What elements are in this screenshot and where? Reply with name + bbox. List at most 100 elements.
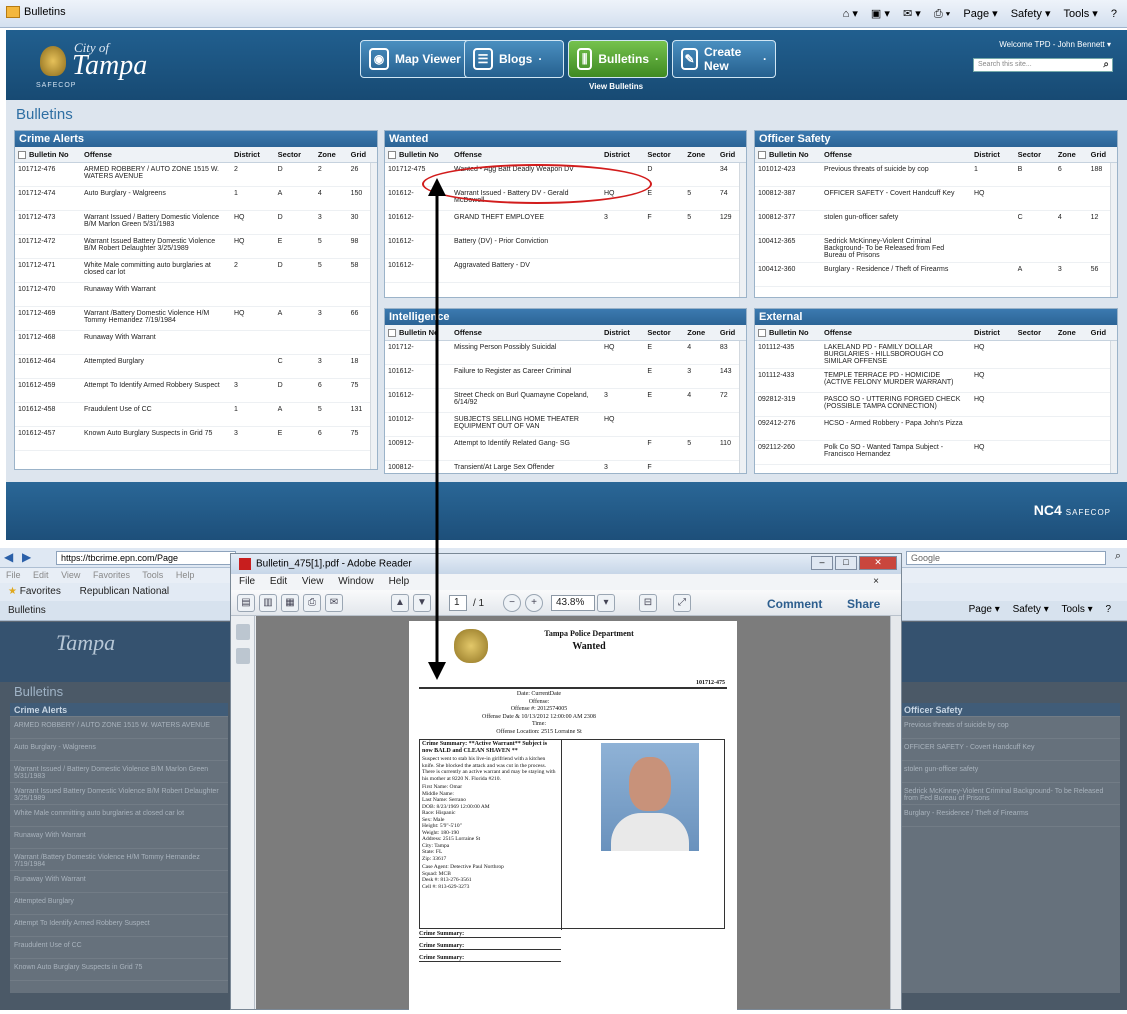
table-row[interactable]: 101712-473 Warrant Issued / Battery Domes… (15, 210, 377, 236)
search-icon[interactable]: ⌕ (1103, 59, 1109, 70)
column-header[interactable]: Grid (347, 147, 377, 164)
menu-window[interactable]: Window (338, 576, 374, 587)
scrollbar[interactable] (370, 163, 377, 469)
table-cell[interactable]: ARMED ROBBERY / AUTO ZONE 1515 W. WATERS… (81, 162, 231, 188)
table-cell[interactable]: Polk Co SO - Wanted Tampa Subject - Fran… (821, 440, 971, 466)
table-row[interactable]: 101012-423 Previous threats of suicide by… (755, 162, 1117, 188)
nav-create-new[interactable]: ✎ Create New · (672, 40, 776, 78)
safety-menu[interactable]: Safety ▾ (1011, 8, 1051, 20)
table-cell[interactable]: Street Check on Burl Quamayne Copeland, … (451, 388, 601, 414)
column-header[interactable]: Bulletin No (755, 325, 821, 342)
table-cell[interactable]: Runaway With Warrant (81, 330, 231, 356)
bulletin-number-cell[interactable]: 101712-471 (15, 258, 81, 284)
table-row[interactable]: 100812-387 OFFICER SAFETY - Covert Handcu… (755, 186, 1117, 212)
menu-file[interactable]: File (6, 570, 21, 580)
back-icon[interactable]: ◀ (4, 550, 13, 564)
close-button[interactable]: ✕ (859, 556, 897, 570)
table-row[interactable]: 101612- Battery (DV) - Prior Conviction (385, 234, 746, 260)
scrollbar[interactable] (739, 341, 746, 473)
bulletin-number-cell[interactable]: 100412-365 (755, 234, 821, 264)
column-header[interactable]: Sector (644, 147, 685, 164)
table-row[interactable]: 092812-319 PASCO SO - UTTERING FORGED CHE… (755, 392, 1117, 418)
column-header[interactable]: District (971, 325, 1015, 342)
forward-icon[interactable]: ▶ (22, 550, 31, 564)
comment-button[interactable]: Comment (767, 597, 822, 611)
column-header[interactable]: District (601, 325, 645, 342)
bulletin-number-cell[interactable]: 101712-474 (15, 186, 81, 212)
url-field[interactable]: https://tbcrime.epn.com/Page (56, 551, 236, 565)
bulletin-number-cell[interactable]: 101612-458 (15, 402, 81, 428)
table-cell[interactable]: LAKELAND PD - FAMILY DOLLAR BURGLARIES -… (821, 340, 971, 370)
share-button[interactable]: Share (847, 597, 880, 611)
bulletin-number-cell[interactable]: 100412-360 (755, 262, 821, 288)
table-cell[interactable]: Runaway With Warrant (81, 282, 231, 308)
table-row[interactable]: 101712-474 Auto Burglary - Walgreens 1 A 4 15… (15, 186, 377, 212)
column-header[interactable]: Sector (1014, 147, 1055, 164)
bulletin-number-cell[interactable]: 100812-377 (755, 210, 821, 236)
column-header[interactable]: Bulletin No (15, 147, 81, 164)
table-cell[interactable]: Missing Person Possibly Suicidal (451, 340, 601, 366)
menu-help[interactable]: Help (176, 570, 195, 580)
table-cell[interactable]: Previous threats of suicide by cop (821, 162, 971, 188)
table-row[interactable]: 100412-365 Sedrick McKinney-Violent Crimi… (755, 234, 1117, 264)
table-row[interactable]: 100812-377 stolen gun-officer safety C 4 12 (755, 210, 1117, 236)
prev-page-icon[interactable]: ▲ (391, 594, 409, 612)
column-header[interactable]: Zone (1054, 147, 1088, 164)
table-cell[interactable]: TEMPLE TERRACE PD - HOMICIDE (ACTIVE FEL… (821, 368, 971, 394)
column-header[interactable]: Grid (716, 325, 746, 342)
nav-blogs[interactable]: ☰ Blogs · (464, 40, 564, 78)
table-row[interactable]: 092412-276 HCSO - Armed Robbery - Papa Jo… (755, 416, 1117, 442)
select-all-checkbox[interactable] (388, 329, 396, 338)
bulletin-number-cell[interactable]: 101612-457 (15, 426, 81, 452)
bulletin-number-cell[interactable]: 092112-260 (755, 440, 821, 466)
favorites-button[interactable]: ★ Favorites (8, 586, 61, 597)
zoom-in-icon[interactable]: + (525, 594, 543, 612)
bulletin-number-cell[interactable]: 101112-435 (755, 340, 821, 370)
table-row[interactable]: 101712- Missing Person Possibly Suicidal H… (385, 340, 746, 366)
browser-tab-bulletins[interactable]: Bulletins (6, 6, 66, 19)
menu-favorites[interactable]: Favorites (93, 570, 130, 580)
table-cell[interactable]: SUBJECTS SELLING HOME THEATER EQUIPMENT … (451, 412, 601, 438)
column-header[interactable]: Bulletin No (755, 147, 821, 164)
bulletin-number-cell[interactable]: 101712-472 (15, 234, 81, 260)
bulletin-number-cell[interactable]: 101612-464 (15, 354, 81, 380)
page-number-input[interactable]: 1 (449, 595, 467, 611)
attachments-icon[interactable] (236, 648, 250, 664)
menu-edit[interactable]: Edit (270, 576, 287, 587)
maximize-button[interactable]: □ (835, 556, 857, 570)
column-header[interactable]: Offense (451, 325, 601, 342)
help-icon[interactable]: ? (1111, 8, 1117, 20)
bulletin-number-cell[interactable]: 101012- (385, 412, 451, 438)
table-cell[interactable]: Transient/At Large Sex Offender (451, 460, 601, 486)
table-row[interactable]: 101712-476 ARMED ROBBERY / AUTO ZONE 1515… (15, 162, 377, 188)
browser-tab-bulletins[interactable]: Bulletins (8, 605, 46, 616)
zoom-level-input[interactable]: 43.8% (551, 595, 595, 611)
column-header[interactable]: Zone (314, 147, 348, 164)
zoom-dropdown-icon[interactable]: ▾ (597, 594, 615, 612)
column-header[interactable]: Offense (451, 147, 601, 164)
bulletin-number-cell[interactable]: 101612- (385, 258, 451, 284)
table-cell[interactable]: PASCO SO - UTTERING FORGED CHECK (POSSIB… (821, 392, 971, 418)
bulletin-number-cell[interactable]: 101712-470 (15, 282, 81, 308)
table-cell[interactable]: White Male committing auto burglaries at… (81, 258, 231, 284)
menu-view[interactable]: View (61, 570, 80, 580)
table-cell[interactable]: Attempted Burglary (81, 354, 231, 380)
bulletin-number-cell[interactable]: 100812-387 (755, 186, 821, 212)
bulletin-number-cell[interactable]: 101612-459 (15, 378, 81, 404)
menu-tools[interactable]: Tools (142, 570, 163, 580)
bulletin-number-cell[interactable]: 101612- (385, 388, 451, 414)
table-cell[interactable]: Known Auto Burglary Suspects in Grid 75 (81, 426, 231, 452)
email-icon[interactable]: ✉ (325, 594, 343, 612)
site-search-input[interactable]: Search this site... ⌕ (973, 58, 1113, 72)
save-icon[interactable]: ▦ (281, 594, 299, 612)
search-icon[interactable]: ⌕ (1115, 550, 1121, 563)
table-row[interactable]: 101612-458 Fraudulent Use of CC 1 A 5 131 (15, 402, 377, 428)
column-header[interactable]: Zone (684, 147, 717, 164)
close-document-icon[interactable]: × (873, 576, 879, 587)
bulletin-number-cell[interactable]: 101712-473 (15, 210, 81, 236)
table-cell[interactable]: Warrant Issued Battery Domestic Violence… (81, 234, 231, 260)
nav-map-viewer[interactable]: ◉ Map Viewer (360, 40, 470, 78)
scrollbar[interactable] (739, 163, 746, 297)
column-header[interactable]: Sector (274, 147, 315, 164)
table-row[interactable]: 092112-260 Polk Co SO - Wanted Tampa Subj… (755, 440, 1117, 466)
